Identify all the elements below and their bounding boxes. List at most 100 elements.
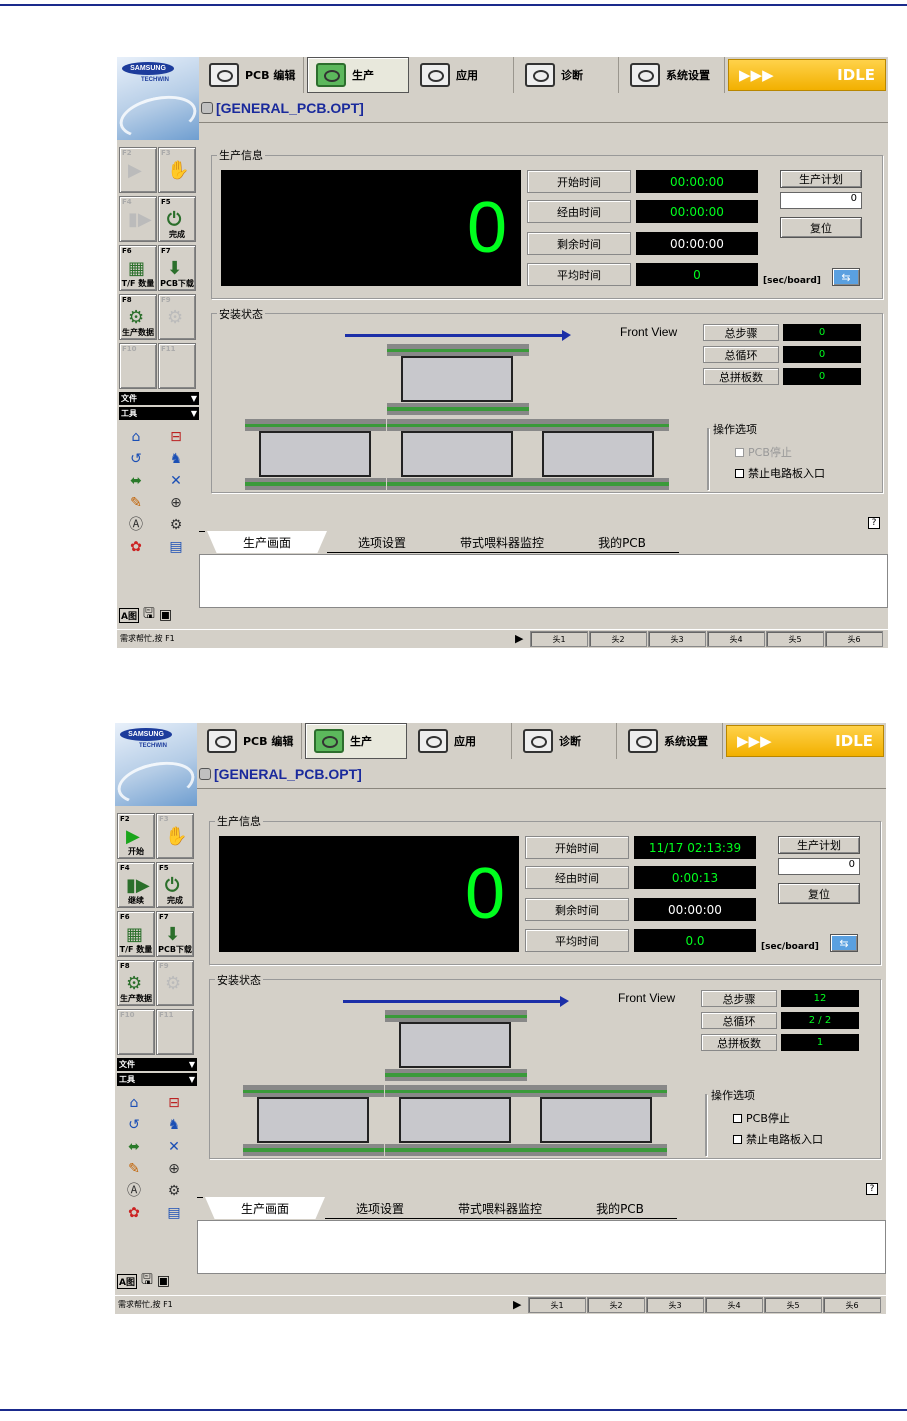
- file-checkbox[interactable]: [201, 102, 213, 114]
- fkey-f6[interactable]: F6 ▦ T/F 数量: [117, 911, 155, 957]
- list-icon[interactable]: ▤: [165, 1205, 183, 1221]
- edit-icon[interactable]: ✎: [125, 1161, 143, 1177]
- checkbox-box: [733, 1134, 742, 1144]
- conveyor-icon[interactable]: ⬌: [127, 473, 145, 489]
- fkey-f2[interactable]: F2 ▶: [119, 147, 157, 193]
- rotate-icon[interactable]: ↺: [125, 1117, 143, 1133]
- plan-input[interactable]: 0: [780, 192, 862, 209]
- fkey-f3[interactable]: F3 ✋: [156, 813, 194, 859]
- front-view-label: Front View: [618, 991, 676, 1005]
- elapsed-time-label: 经由时间: [525, 866, 629, 889]
- head-label: 头3: [670, 634, 684, 644]
- tab-system-settings[interactable]: 系统设置: [620, 723, 723, 759]
- reset-button[interactable]: 复位: [778, 883, 860, 904]
- list-icon[interactable]: ▤: [167, 539, 185, 555]
- help-book-icon[interactable]: ▣: [157, 1273, 170, 1289]
- warning-icon[interactable]: ⊕: [165, 1161, 183, 1177]
- tab-production[interactable]: 生产: [305, 723, 407, 759]
- nozzle-icon[interactable]: ⚙: [167, 517, 185, 533]
- divider: [197, 788, 886, 789]
- save-disk-icon[interactable]: 🖫: [143, 603, 155, 627]
- message-area[interactable]: [199, 554, 888, 608]
- tools-menu-header[interactable]: 工具 ▼: [117, 1073, 197, 1086]
- language-icon[interactable]: A图: [117, 1273, 137, 1289]
- file-checkbox[interactable]: [199, 768, 211, 780]
- fkey-f4[interactable]: F4 ▮▶ 继续: [117, 862, 155, 908]
- pcb-stop-checkbox[interactable]: PCB停止: [733, 1110, 790, 1126]
- nozzle-icon[interactable]: ⚙: [165, 1183, 183, 1199]
- panel-icon[interactable]: ⊟: [167, 429, 185, 445]
- edit-icon[interactable]: ✎: [127, 495, 145, 511]
- tab-diagnosis[interactable]: 诊断: [517, 57, 619, 93]
- operator-icon[interactable]: ♞: [165, 1117, 183, 1133]
- file-menu-header[interactable]: 文件 ▼: [117, 1058, 197, 1071]
- plan-button[interactable]: 生产计划: [780, 170, 862, 188]
- fkey-f2[interactable]: F2 ▶ 开始: [117, 813, 155, 859]
- tab-pcb-edit[interactable]: PCB 编辑: [201, 57, 304, 93]
- warning-icon[interactable]: ⊕: [167, 495, 185, 511]
- help-button[interactable]: ?: [866, 1183, 878, 1195]
- fkey-f4[interactable]: F4 ▮▶: [119, 196, 157, 242]
- tab-option-settings[interactable]: 选项设置: [327, 531, 437, 553]
- alarm-icon[interactable]: ✿: [127, 539, 145, 555]
- head-label: 头4: [727, 1300, 741, 1310]
- alarm-icon[interactable]: ✿: [125, 1205, 143, 1221]
- production-counter: 0: [221, 170, 521, 286]
- tab-option-settings[interactable]: 选项设置: [325, 1197, 435, 1219]
- file-name-text: [GENERAL_PCB.OPT]: [214, 766, 362, 782]
- conveyor-icon[interactable]: ⬌: [125, 1139, 143, 1155]
- fkey-f11[interactable]: F11: [158, 343, 196, 389]
- tab-my-pcb[interactable]: 我的PCB: [567, 531, 677, 553]
- tab-feeder-monitor[interactable]: 带式喂料器监控: [435, 1197, 565, 1219]
- home-icon[interactable]: ⌂: [127, 429, 145, 445]
- block-entry-checkbox[interactable]: 禁止电路板入口: [735, 465, 825, 481]
- tab-feeder-monitor[interactable]: 带式喂料器监控: [437, 531, 567, 553]
- auto-icon[interactable]: Ⓐ: [125, 1183, 143, 1199]
- help-button[interactable]: ?: [868, 517, 880, 529]
- tab-production-screen[interactable]: 生产画面: [205, 1197, 325, 1219]
- fkey-f5[interactable]: F5 ⏻ 完成: [156, 862, 194, 908]
- panel-icon[interactable]: ⊟: [165, 1095, 183, 1111]
- refresh-button[interactable]: ⇆: [832, 268, 860, 286]
- refresh-button[interactable]: ⇆: [830, 934, 858, 952]
- language-icon[interactable]: A图: [119, 607, 139, 623]
- fkey-glyph-icon: ▦: [128, 258, 146, 279]
- plan-input[interactable]: 0: [778, 858, 860, 875]
- tab-diagnosis[interactable]: 诊断: [515, 723, 617, 759]
- message-area[interactable]: [197, 1220, 886, 1274]
- tab-production-screen[interactable]: 生产画面: [207, 531, 327, 553]
- tab-system-settings[interactable]: 系统设置: [622, 57, 725, 93]
- reset-button[interactable]: 复位: [780, 217, 862, 238]
- tab-production[interactable]: 生产: [307, 57, 409, 93]
- file-menu-header[interactable]: 文件 ▼: [119, 392, 199, 405]
- plan-button[interactable]: 生产计划: [778, 836, 860, 854]
- fkey-f7[interactable]: F7 ⬇ PCB下载: [156, 911, 194, 957]
- axis-icon[interactable]: ✕: [167, 473, 185, 489]
- fkey-f6[interactable]: F6 ▦ T/F 数量: [119, 245, 157, 291]
- fkey-f3[interactable]: F3 ✋: [158, 147, 196, 193]
- home-icon[interactable]: ⌂: [125, 1095, 143, 1111]
- auto-icon[interactable]: Ⓐ: [127, 517, 145, 533]
- fkey-f7[interactable]: F7 ⬇ PCB下载: [158, 245, 196, 291]
- fkey-f9[interactable]: F9 ⚙: [156, 960, 194, 1006]
- axis-icon[interactable]: ✕: [165, 1139, 183, 1155]
- pcb-stop-checkbox[interactable]: PCB停止: [735, 444, 792, 460]
- tab-application[interactable]: 应用: [412, 57, 514, 93]
- fkey-glyph-icon: ✋: [165, 826, 188, 847]
- fkey-f5[interactable]: F5 ⏻ 完成: [158, 196, 196, 242]
- tab-my-pcb[interactable]: 我的PCB: [565, 1197, 675, 1219]
- block-entry-checkbox[interactable]: 禁止电路板入口: [733, 1131, 823, 1147]
- fkey-f10[interactable]: F10: [119, 343, 157, 389]
- fkey-f8[interactable]: F8 ⚙ 生产数据: [117, 960, 155, 1006]
- fkey-f9[interactable]: F9 ⚙: [158, 294, 196, 340]
- operator-icon[interactable]: ♞: [167, 451, 185, 467]
- rotate-icon[interactable]: ↺: [127, 451, 145, 467]
- tab-application[interactable]: 应用: [410, 723, 512, 759]
- save-disk-icon[interactable]: 🖫: [141, 1269, 153, 1293]
- help-book-icon[interactable]: ▣: [159, 607, 172, 623]
- tab-pcb-edit[interactable]: PCB 编辑: [199, 723, 302, 759]
- tools-menu-header[interactable]: 工具 ▼: [119, 407, 199, 420]
- fkey-f8[interactable]: F8 ⚙ 生产数据: [119, 294, 157, 340]
- fkey-f10[interactable]: F10: [117, 1009, 155, 1055]
- fkey-f11[interactable]: F11: [156, 1009, 194, 1055]
